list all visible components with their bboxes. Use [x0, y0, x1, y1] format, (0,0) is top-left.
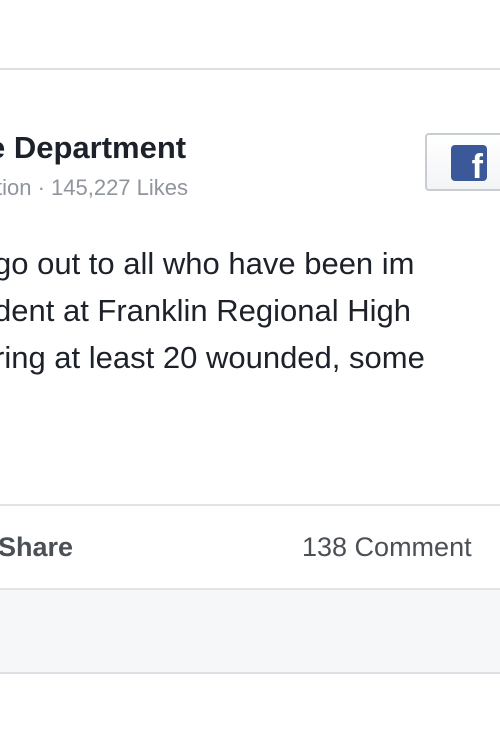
page-meta-text: tion · 145,227 Likes [0, 175, 189, 200]
post-line-1: go out to all who have been im [0, 246, 415, 281]
post-line-2: dent at Franklin Regional High [0, 293, 412, 328]
comments-footer-area [0, 590, 500, 672]
share-button[interactable]: Share [0, 530, 73, 564]
comments-link[interactable]: 138 Comment [302, 530, 472, 564]
facebook-icon: f [451, 145, 487, 181]
actions-top-divider [0, 504, 500, 506]
page-name-link[interactable]: e Department [0, 130, 186, 166]
post-body: go out to all who have been im dent at F… [0, 240, 425, 381]
facebook-button[interactable]: f [425, 133, 500, 191]
post-line-3: ring at least 20 wounded, some [0, 340, 425, 375]
post-viewport: e Department tion · 145,227 Likes f go o… [0, 0, 500, 750]
actions-bottom-divider [0, 588, 500, 590]
